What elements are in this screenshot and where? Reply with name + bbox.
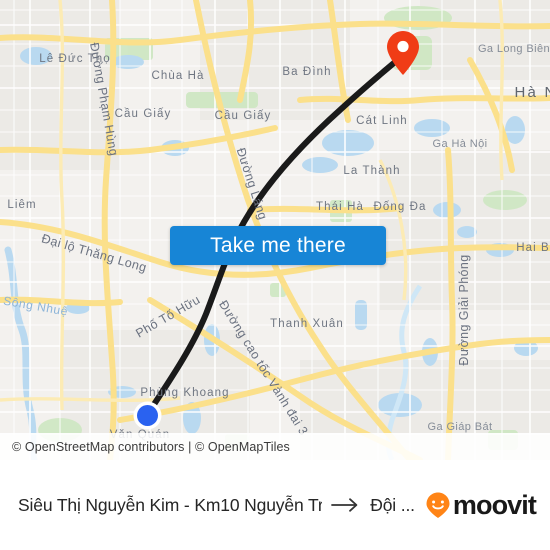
map-label: Liêm <box>7 199 36 211</box>
map-label: Thanh Xuân <box>270 318 344 330</box>
map-label: Chùa Hà <box>151 70 204 82</box>
map-label: Đống Đa <box>373 201 426 213</box>
moovit-logo[interactable]: moovit <box>425 489 537 520</box>
map-canvas[interactable]: Lê Đức Thọ Chùa Hà Cầu Giấy Ba Đình Cầu … <box>0 0 550 460</box>
moovit-wordmark: moovit <box>452 489 537 520</box>
arrow-right-icon <box>331 497 361 513</box>
trip-summary[interactable]: Siêu Thị Nguyễn Kim - Km10 Nguyễn Trãi (… <box>18 495 415 516</box>
map-attribution: © OpenStreetMap contributors | © OpenMap… <box>0 433 550 460</box>
map-label: Cầu Giấy <box>115 108 172 120</box>
map-label: Cát Linh <box>356 115 408 127</box>
trip-footer-bar: Siêu Thị Nguyễn Kim - Km10 Nguyễn Trãi (… <box>0 460 550 550</box>
map-label: La Thành <box>343 165 400 177</box>
map-label: Ga Giáp Bát <box>428 421 493 433</box>
take-me-there-button[interactable]: Take me there <box>170 226 386 265</box>
map-label: Cầu Giấy <box>215 110 272 122</box>
map-label: Ba Đình <box>282 66 331 78</box>
moovit-trip-map-page: Lê Đức Thọ Chùa Hà Cầu Giấy Ba Đình Cầu … <box>0 0 550 550</box>
origin-dot-icon <box>133 401 162 430</box>
map-label: Hà N <box>515 84 550 101</box>
trip-origin-label: Siêu Thị Nguyễn Kim - Km10 Nguyễn Trãi (… <box>18 494 323 515</box>
map-road-label: Đường Giải Phóng <box>457 254 471 365</box>
trip-destination-label: Đội ... <box>370 494 415 515</box>
moovit-pin-icon <box>425 491 451 519</box>
map-label: Thái Hà <box>316 201 364 213</box>
map-label: Hai B <box>516 242 550 254</box>
map-label: Ga Hà Nội <box>433 138 488 150</box>
map-label: Ga Long Biên <box>478 43 550 55</box>
map-label: Phùng Khoang <box>140 387 229 399</box>
